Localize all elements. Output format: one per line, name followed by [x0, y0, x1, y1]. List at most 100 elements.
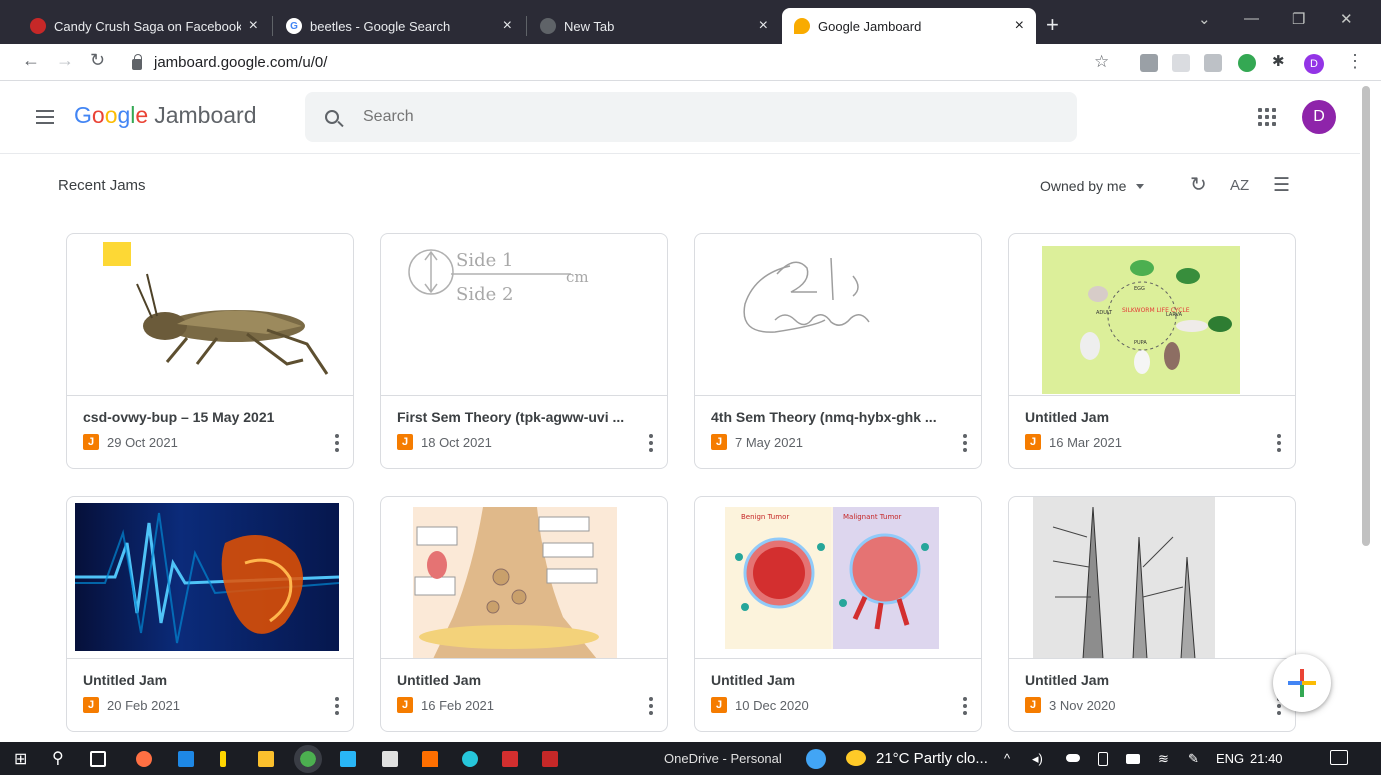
device-icon[interactable]	[1098, 752, 1108, 766]
task-view-icon[interactable]	[90, 751, 106, 767]
jam-thumbnail-synapse-diagram	[381, 497, 667, 659]
tab-title: beetles - Google Search	[310, 18, 451, 34]
account-avatar[interactable]: D	[1302, 100, 1336, 134]
extension-icon[interactable]	[1172, 54, 1190, 72]
minimize-icon[interactable]: —	[1244, 10, 1259, 27]
more-options-icon[interactable]	[963, 697, 967, 715]
jam-card[interactable]: Untitled Jam J 20 Feb 2021	[66, 496, 354, 732]
owner-filter-dropdown[interactable]: Owned by me	[1040, 178, 1145, 194]
tab-title: Google Jamboard	[818, 18, 922, 34]
browser-toolbar: ← → ↻ jamboard.google.com/u/0/ ☆ ✱ D ⋮	[0, 44, 1381, 81]
jam-card[interactable]: Side 1 Side 2 cm First Sem Theory (tpk-a…	[380, 233, 668, 469]
profile-avatar[interactable]: D	[1304, 54, 1324, 74]
back-icon[interactable]: ←	[22, 50, 40, 71]
weather-text[interactable]: 21°C Partly clo...	[876, 750, 988, 767]
wifi-icon[interactable]: ≋	[1158, 751, 1169, 767]
jam-card[interactable]: Untitled Jam J 3 Nov 2020	[1008, 496, 1296, 732]
tab-separator	[272, 16, 273, 36]
tab-new-tab[interactable]: New Tab ×	[528, 8, 780, 44]
sort-az-icon[interactable]: AZ	[1230, 177, 1249, 194]
jam-title: Untitled Jam	[1025, 672, 1110, 688]
show-hidden-icons-icon[interactable]: ^	[1004, 751, 1010, 766]
list-view-icon[interactable]: ☰	[1273, 174, 1290, 197]
mail-icon[interactable]	[178, 751, 194, 767]
vlc-icon[interactable]	[422, 751, 438, 767]
battery-icon[interactable]	[1126, 754, 1140, 764]
tab-google-jamboard[interactable]: Google Jamboard ×	[782, 8, 1036, 44]
jam-date: 29 Oct 2021	[107, 434, 178, 450]
app-icon[interactable]	[462, 751, 478, 767]
search-input[interactable]	[363, 108, 963, 126]
close-tab-icon[interactable]: ×	[1015, 17, 1024, 35]
more-menu-icon[interactable]: ⋮	[1346, 51, 1364, 72]
pen-icon[interactable]: ✎	[1188, 751, 1199, 767]
extension-icon[interactable]	[1204, 54, 1222, 72]
puzzle-icon[interactable]: ✱	[1272, 52, 1285, 70]
windows-start-icon[interactable]: ⊞	[14, 749, 27, 769]
jam-thumbnail-tumor-diagram: Benign Tumor Malignant Tumor	[695, 497, 981, 659]
jamboard-icon: J	[711, 434, 727, 450]
reload-icon[interactable]: ↻	[90, 50, 105, 71]
new-tab-button[interactable]: +	[1046, 12, 1059, 38]
tab-candy-crush[interactable]: Candy Crush Saga on Facebook ×	[18, 8, 270, 44]
jam-card[interactable]: SILKWORM LIFE CYCLE ADULT LARVA PUPA EGG…	[1008, 233, 1296, 469]
app-icon[interactable]	[502, 751, 518, 767]
jam-card[interactable]: Untitled Jam J 16 Feb 2021	[380, 496, 668, 732]
tab-search-icon[interactable]: ⌄	[1198, 10, 1211, 28]
jamboard-icon: J	[83, 434, 99, 450]
search-icon[interactable]: ⚲	[52, 748, 64, 768]
help-icon[interactable]	[806, 749, 826, 769]
lightning-app-icon[interactable]	[220, 751, 226, 767]
notifications-icon[interactable]	[1330, 750, 1348, 765]
close-window-icon[interactable]: ✕	[1340, 10, 1353, 28]
jam-card[interactable]: csd-ovwy-bup – 15 May 2021 J 29 Oct 2021	[66, 233, 354, 469]
egg-text: EGG	[1134, 286, 1145, 292]
maximize-icon[interactable]: ❐	[1292, 10, 1305, 28]
firefox-icon[interactable]	[136, 751, 152, 767]
google-jamboard-logo[interactable]: Google Jamboard	[74, 102, 256, 129]
extension-icon[interactable]	[1140, 54, 1158, 72]
volume-icon[interactable]: ◂)	[1032, 751, 1043, 767]
chrome-icon	[540, 18, 556, 34]
google-icon: G	[286, 18, 302, 34]
search-bar[interactable]	[305, 92, 1077, 142]
tab-beetles-search[interactable]: G beetles - Google Search ×	[274, 8, 524, 44]
bookmark-star-icon[interactable]: ☆	[1094, 52, 1109, 72]
cloud-icon[interactable]	[1066, 754, 1080, 762]
close-tab-icon[interactable]: ×	[759, 17, 768, 35]
dropbox-icon[interactable]	[382, 751, 398, 767]
url-text: jamboard.google.com/u/0/	[154, 53, 328, 71]
product-name: Jamboard	[154, 102, 257, 128]
more-options-icon[interactable]	[649, 697, 653, 715]
jamboard-icon: J	[83, 697, 99, 713]
browser-tab-strip: Candy Crush Saga on Facebook × G beetles…	[0, 0, 1381, 44]
close-tab-icon[interactable]: ×	[503, 17, 512, 35]
onedrive-label[interactable]: OneDrive - Personal	[664, 751, 782, 766]
logo-letter: G	[74, 102, 92, 128]
more-options-icon[interactable]	[1277, 434, 1281, 452]
menu-icon[interactable]	[36, 110, 54, 124]
forward-icon[interactable]: →	[56, 50, 74, 71]
app-icon[interactable]	[542, 751, 558, 767]
chrome-taskbar-icon[interactable]	[294, 745, 322, 773]
create-jam-button[interactable]	[1273, 654, 1331, 712]
google-apps-icon[interactable]	[1258, 108, 1276, 126]
more-options-icon[interactable]	[335, 697, 339, 715]
logo-letter: o	[91, 102, 105, 128]
scrollbar-thumb[interactable]	[1362, 86, 1370, 546]
clock[interactable]: 21:40	[1250, 751, 1283, 766]
more-options-icon[interactable]	[335, 434, 339, 452]
store-icon[interactable]	[340, 751, 356, 767]
jam-card[interactable]: Benign Tumor Malignant Tumor Untitled Ja…	[694, 496, 982, 732]
logo-letter: g	[117, 102, 131, 128]
jamboard-icon: J	[397, 697, 413, 713]
more-options-icon[interactable]	[963, 434, 967, 452]
language-indicator[interactable]: ENG	[1216, 751, 1244, 766]
jam-card[interactable]: 4th Sem Theory (nmq-hybx-ghk ... J 7 May…	[694, 233, 982, 469]
grammarly-icon[interactable]	[1238, 54, 1256, 72]
close-tab-icon[interactable]: ×	[249, 17, 258, 35]
file-explorer-icon[interactable]	[258, 751, 274, 767]
jam-title: Untitled Jam	[83, 672, 168, 688]
refresh-icon[interactable]: ↻	[1190, 172, 1207, 197]
more-options-icon[interactable]	[649, 434, 653, 452]
